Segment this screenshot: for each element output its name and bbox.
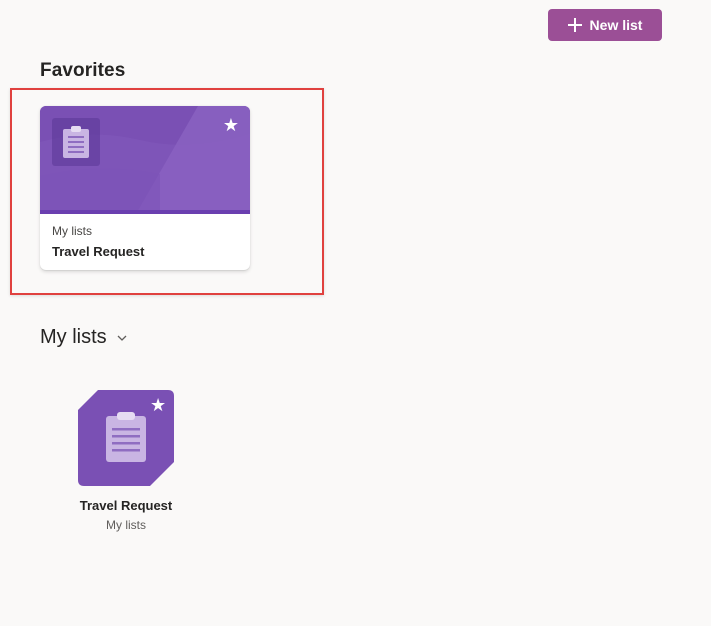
- new-list-button[interactable]: New list: [548, 9, 662, 41]
- card-category: My lists: [52, 224, 92, 238]
- list-tile-travel-request[interactable]: ★ Travel Request My lists: [64, 386, 188, 536]
- star-icon[interactable]: ★: [150, 396, 166, 414]
- my-lists-title: My lists: [40, 326, 107, 348]
- star-icon[interactable]: ★: [223, 116, 239, 134]
- card-name: Travel Request: [52, 244, 145, 259]
- chevron-down-icon: [117, 335, 127, 341]
- clipboard-list-icon: [52, 118, 100, 166]
- my-lists-header[interactable]: My lists: [40, 326, 127, 349]
- banner-strip: [40, 210, 250, 214]
- new-list-label: New list: [589, 17, 643, 33]
- plus-icon: [567, 18, 582, 32]
- favorites-title: Favorites: [40, 60, 126, 81]
- card-body: My lists Travel Request: [52, 224, 145, 259]
- favorite-card-travel-request[interactable]: ★ My lists Travel Request: [40, 106, 250, 270]
- tile-category: My lists: [106, 518, 146, 532]
- tile-name: Travel Request: [79, 498, 173, 513]
- card-banner: ★: [40, 106, 250, 214]
